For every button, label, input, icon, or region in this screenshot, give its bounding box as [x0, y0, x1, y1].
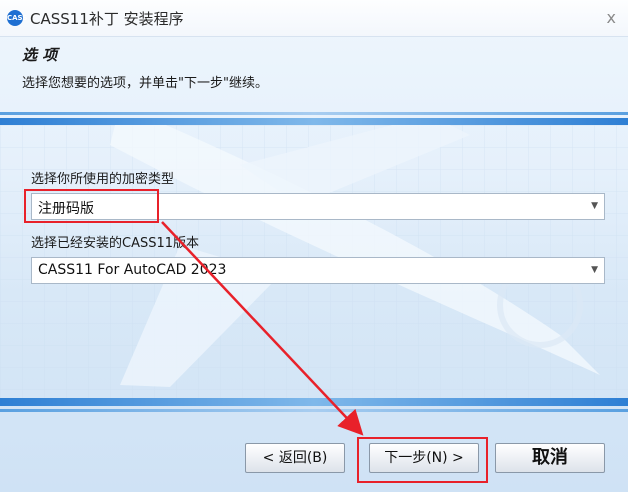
window-title: CASS11补丁 安装程序	[30, 10, 184, 28]
cass-version-label: 选择已经安装的CASS11版本	[31, 236, 200, 251]
installer-window: CASS CASS11补丁 安装程序 x 选 项 选择您想要的选项，并单击"下一…	[0, 0, 628, 492]
chevron-down-icon[interactable]: ▼	[591, 265, 598, 275]
cancel-button[interactable]: 取消	[495, 443, 605, 473]
section-description: 选择您想要的选项，并单击"下一步"继续。	[22, 76, 268, 91]
decorative-stripe	[0, 112, 628, 115]
close-icon[interactable]: x	[607, 8, 616, 27]
section-title: 选 项	[22, 46, 58, 64]
highlight-box-next	[357, 437, 488, 483]
chevron-down-icon[interactable]: ▼	[591, 201, 598, 211]
decorative-stripe	[0, 409, 628, 412]
decorative-stripe	[0, 398, 628, 406]
app-icon: CASS	[7, 10, 27, 26]
highlight-box-encryption	[24, 189, 159, 223]
cass-version-value: CASS11 For AutoCAD 2023	[38, 262, 227, 278]
encryption-type-label: 选择你所使用的加密类型	[31, 172, 175, 187]
decorative-stripe	[0, 118, 628, 125]
cass-version-select[interactable]: CASS11 For AutoCAD 2023 ▼	[31, 257, 605, 284]
title-bar: CASS CASS11补丁 安装程序 x	[0, 0, 628, 37]
back-button[interactable]: < 返回(B)	[245, 443, 345, 473]
